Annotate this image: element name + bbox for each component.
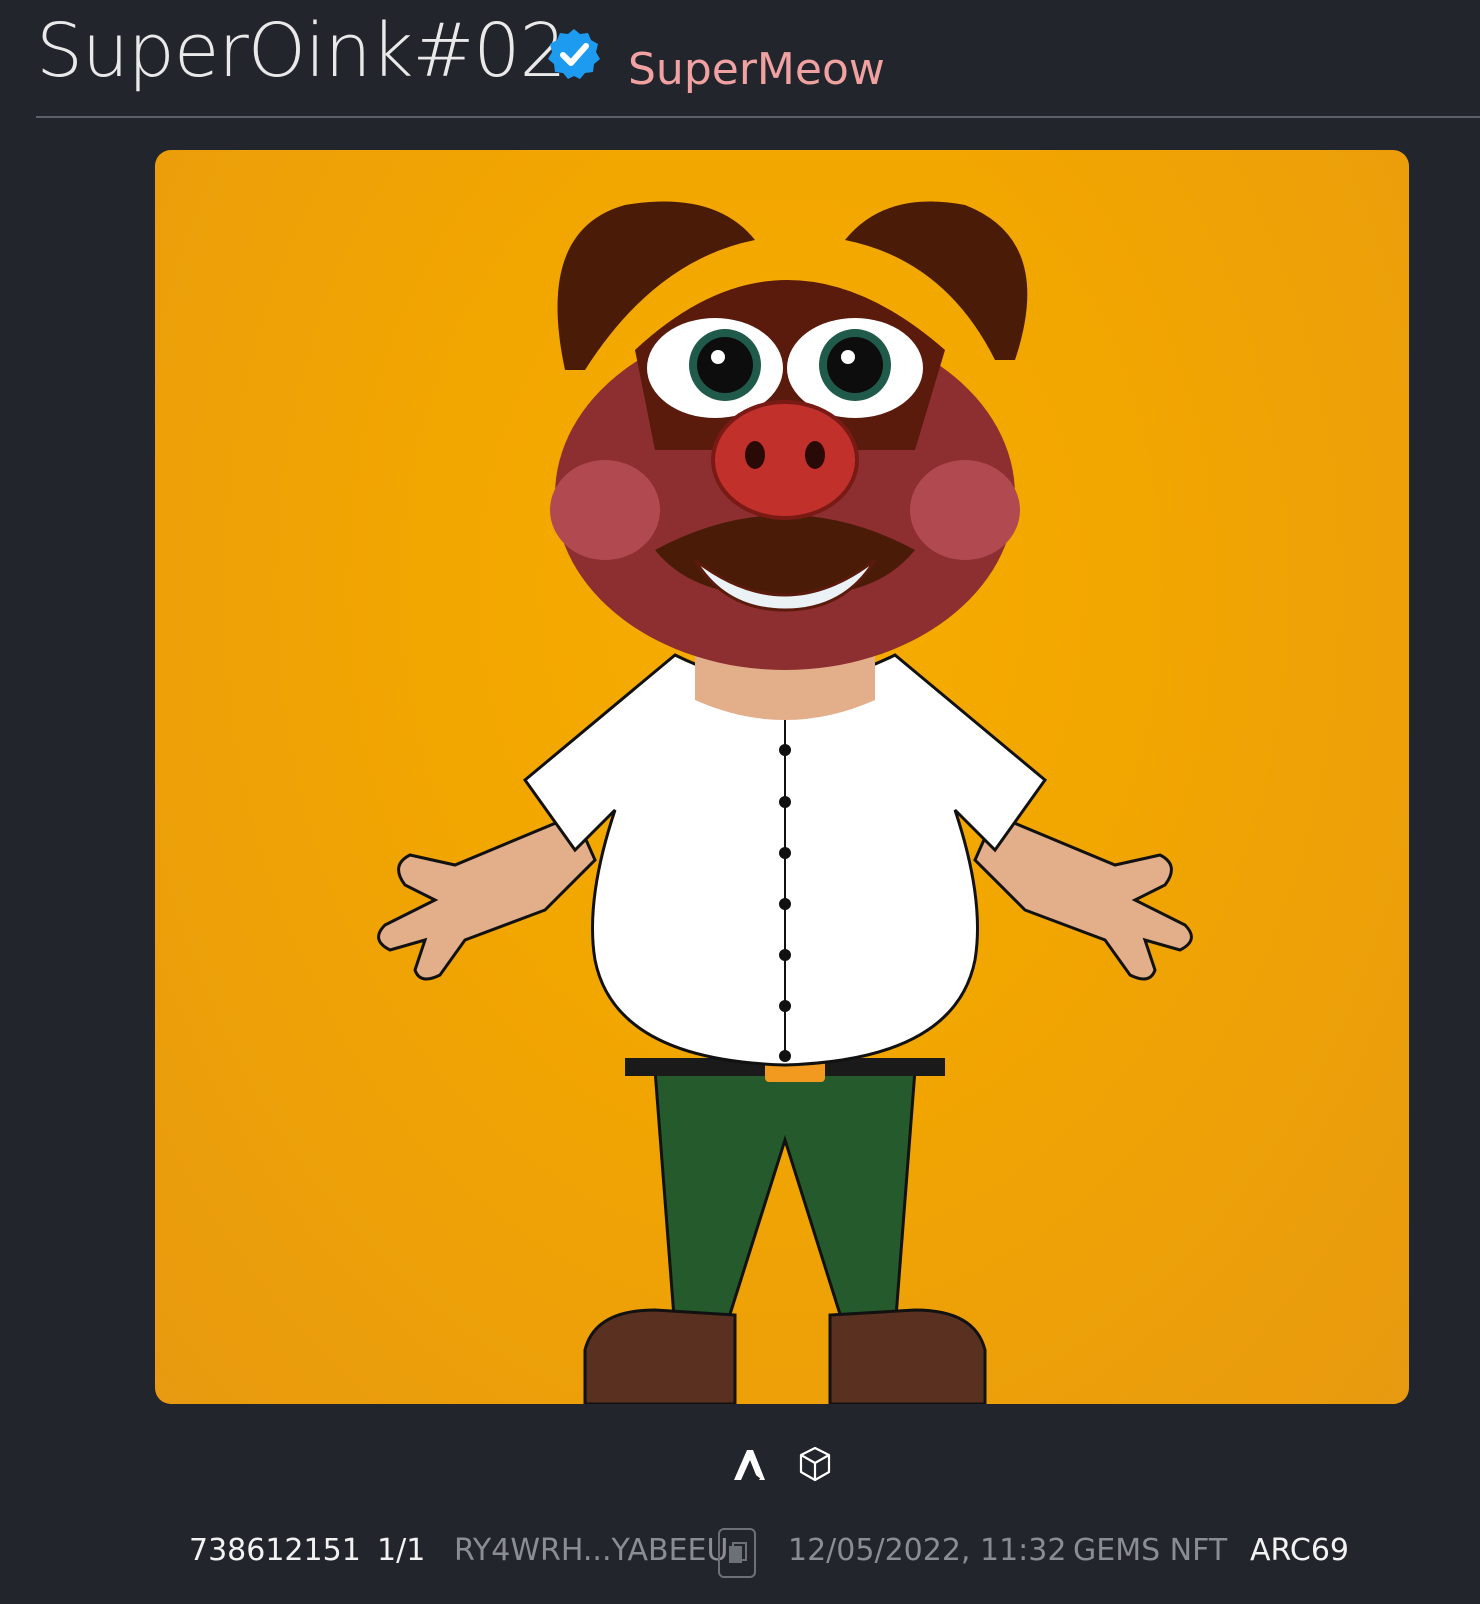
standard-badge: ARC69	[1250, 1533, 1349, 1568]
cube-icon[interactable]	[795, 1442, 835, 1486]
collection-link[interactable]: SuperMeow	[628, 44, 885, 95]
mint-date: 12/05/2022, 11:32	[788, 1533, 1067, 1568]
copy-icon	[729, 1542, 747, 1563]
creator-address[interactable]: RY4WRH...YABEEU	[454, 1528, 728, 1574]
verified-badge-icon	[548, 29, 600, 79]
nft-image	[155, 150, 1409, 1404]
asset-id: 738612151	[189, 1533, 361, 1568]
page-title: SuperOink#02	[36, 8, 567, 94]
asset-meta-row: 738612151 1/1 RY4WRH...YABEEU 12/05/2022…	[0, 1528, 1480, 1578]
marketplace-link[interactable]: GEMS NFT	[1073, 1528, 1227, 1574]
edition: 1/1	[377, 1533, 426, 1568]
algorand-icon[interactable]	[729, 1442, 769, 1486]
copy-address-button[interactable]	[718, 1528, 756, 1578]
pig-character-illustration	[377, 201, 1193, 1404]
page-header: SuperOink#02 SuperMeow	[36, 0, 1480, 118]
chain-icons	[0, 1442, 1480, 1490]
